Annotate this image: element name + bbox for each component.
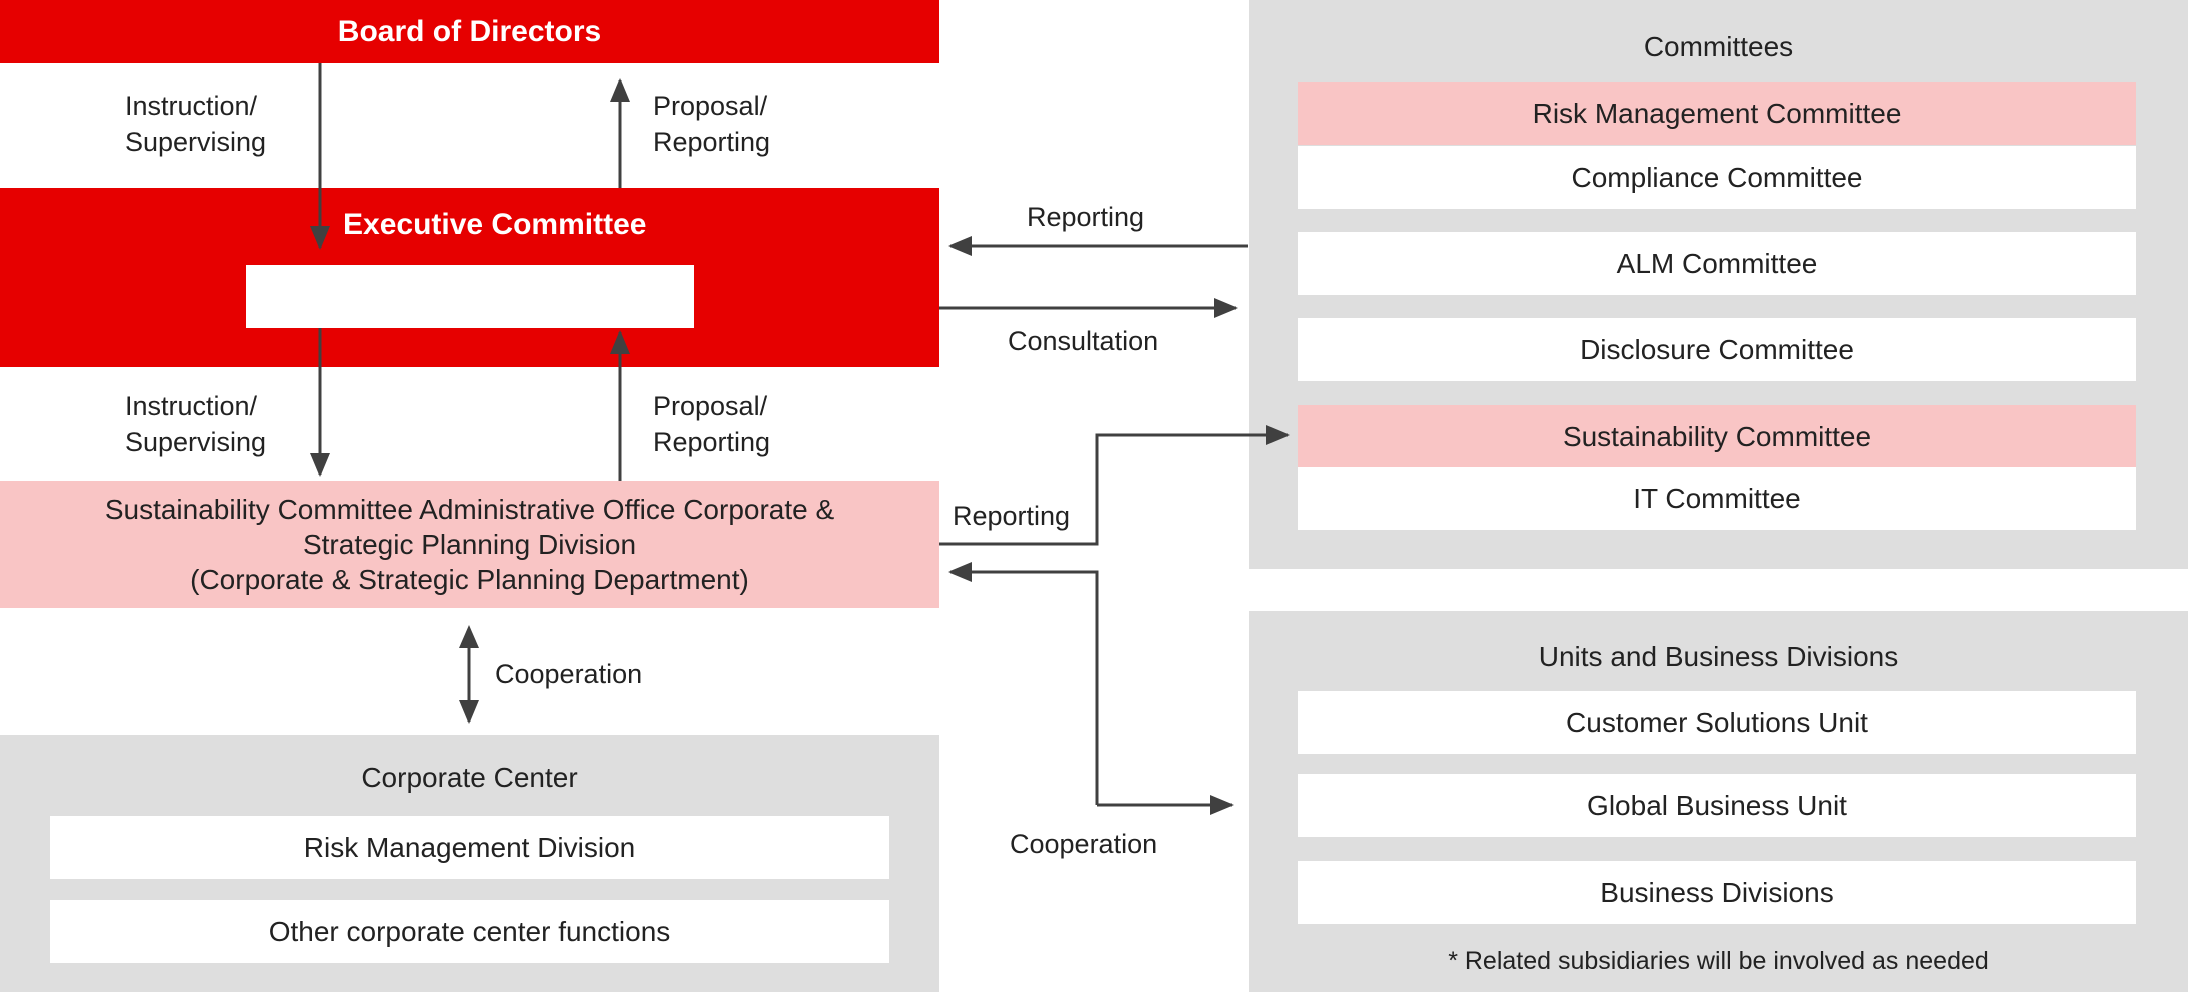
label-reporting-to-committees: Reporting	[953, 501, 1071, 531]
label-consultation: Consultation	[1008, 326, 1159, 356]
arrow-cooperation-to-office	[948, 562, 1099, 805]
label-instruction-1: Instruction/Supervising	[125, 91, 267, 157]
label-instruction-2: Instruction/Supervising	[125, 391, 267, 457]
label-cooperation-units: Cooperation	[1010, 829, 1158, 859]
label-cooperation-center: Cooperation	[495, 659, 643, 689]
label-reporting-to-exec: Reporting	[1027, 202, 1145, 232]
label-proposal-2: Proposal/Reporting	[653, 391, 771, 457]
arrowhead-cooperation-up	[459, 625, 479, 648]
label-proposal-1: Proposal/Reporting	[653, 91, 771, 157]
